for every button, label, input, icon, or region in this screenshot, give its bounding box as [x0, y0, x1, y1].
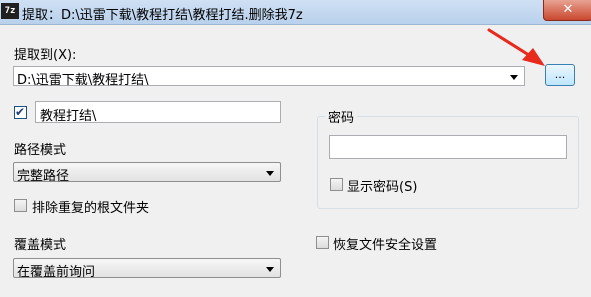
annotation-arrow-icon	[487, 28, 545, 66]
